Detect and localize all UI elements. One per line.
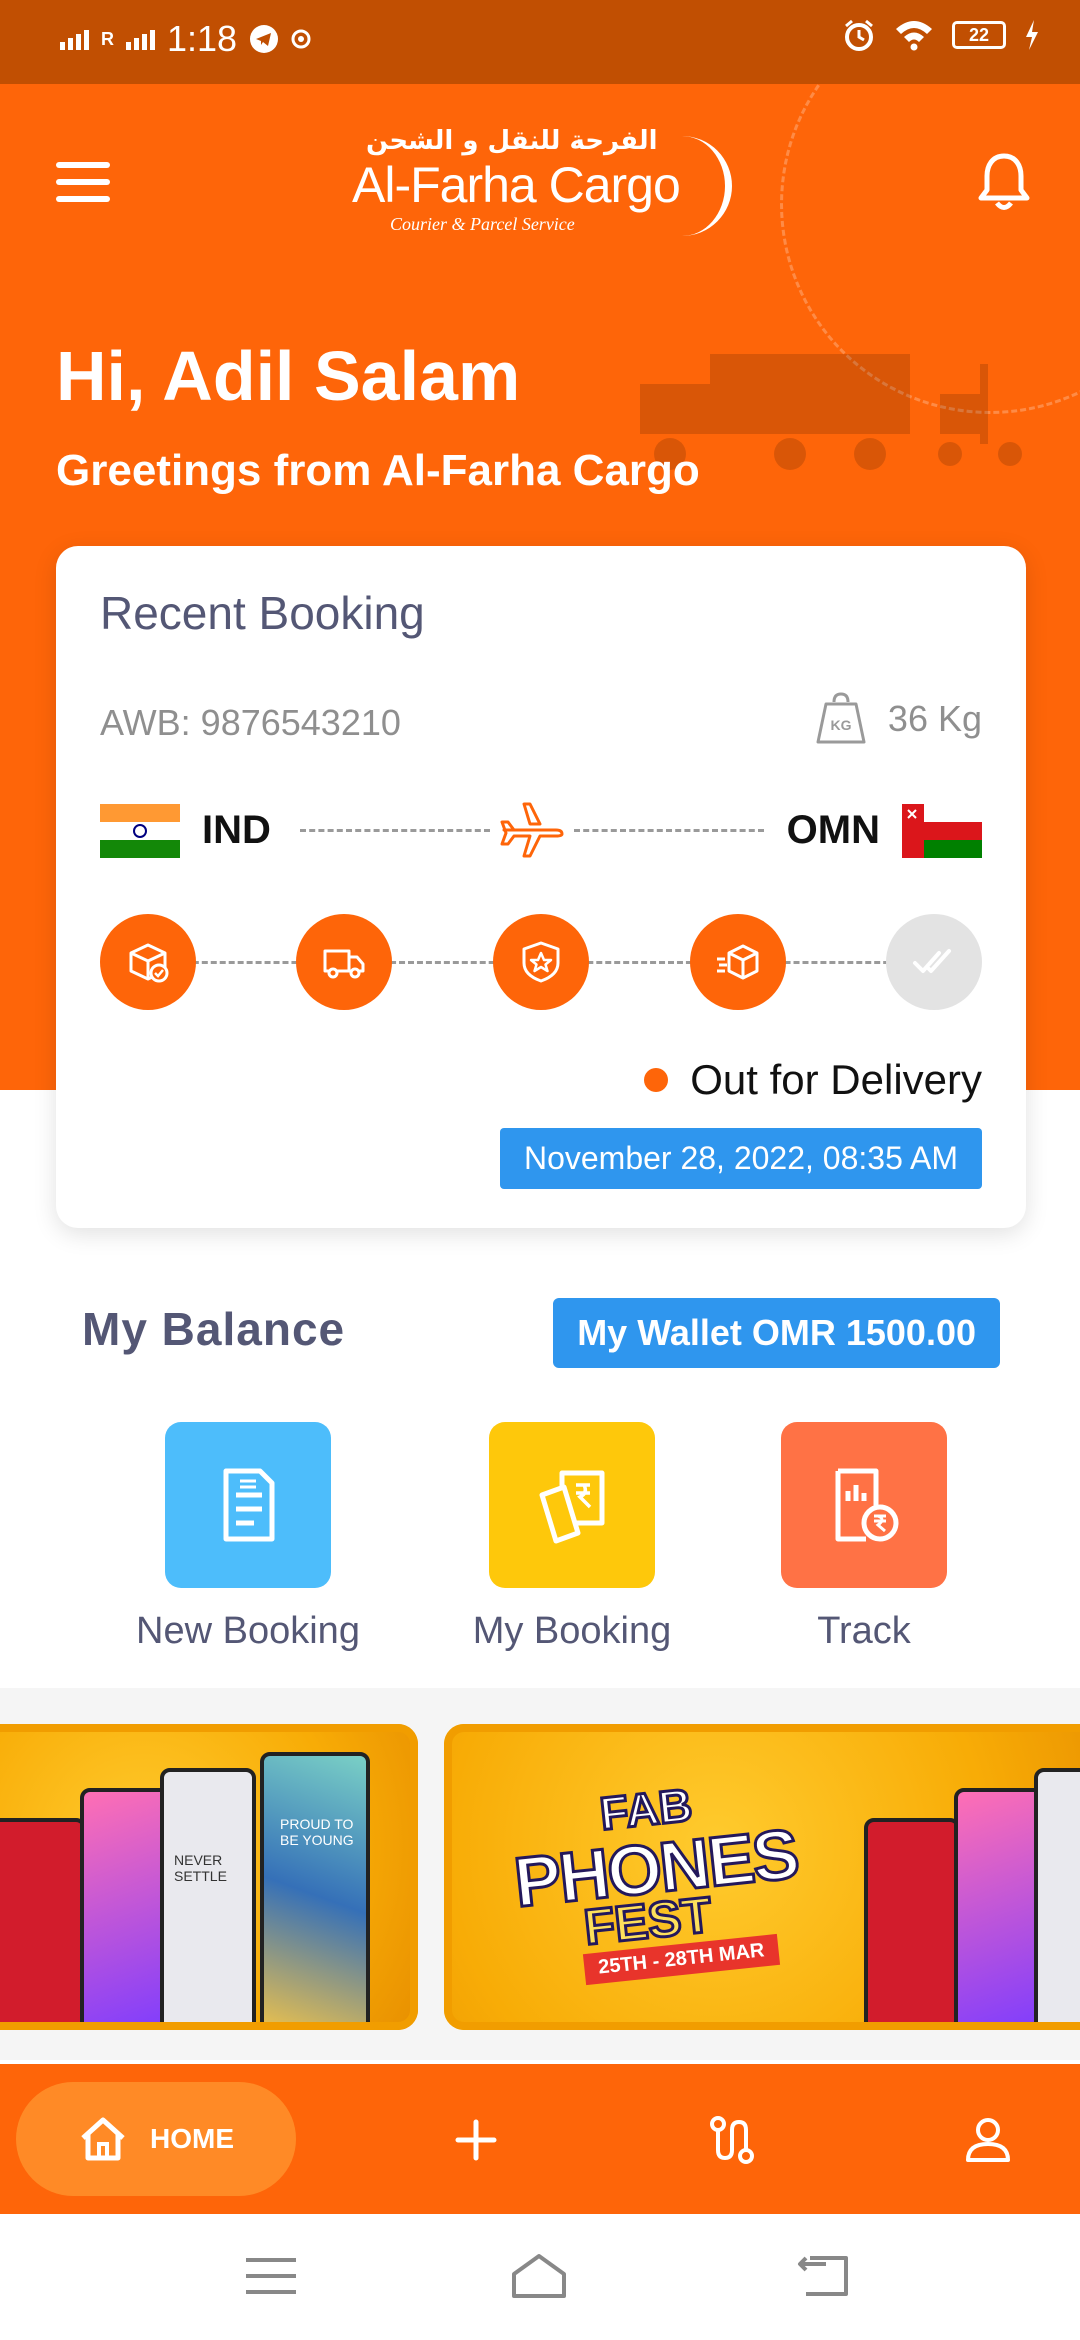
tracking-progress	[100, 914, 982, 1010]
signal-label: R	[101, 28, 114, 49]
balance-title: My Balance	[82, 1303, 346, 1355]
app-notification-icon	[291, 29, 311, 49]
status-dot	[644, 1068, 669, 1092]
promo-banner-1[interactable]: NEVER SETTLE PROUD TO BE YOUNG	[0, 1724, 418, 2030]
bills-icon	[539, 1470, 605, 1544]
step-customs	[493, 914, 589, 1010]
system-home-icon[interactable]	[510, 2250, 568, 2302]
origin-code: IND	[202, 808, 271, 852]
promo-banner-2[interactable]: FAB PHONES FEST 25TH - 28TH MAR	[444, 1724, 1080, 2030]
brand-name: Al-Farha Cargo	[352, 157, 681, 213]
greeting-title: Hi, Adil Salam	[56, 337, 521, 415]
receipt-rupee-icon	[835, 1468, 899, 1542]
clock: 1:18	[167, 18, 238, 59]
nav-home-label: HOME	[150, 2123, 234, 2154]
charging-icon	[1026, 20, 1038, 50]
system-navigation-bar	[0, 2214, 1080, 2340]
telegram-icon	[250, 25, 279, 53]
destination-code: OMN	[786, 808, 880, 852]
battery-indicator: 22	[952, 21, 1006, 49]
status-date-badge: November 28, 2022, 08:35 AM	[499, 1128, 982, 1189]
brand-arabic-name: الفرحة للنقل و الشحن	[366, 126, 658, 156]
double-check-icon	[913, 949, 951, 973]
route-dash-right	[574, 829, 764, 832]
greeting-subtitle: Greetings from Al-Farha Cargo	[56, 446, 700, 495]
notification-bell-icon[interactable]	[974, 150, 1034, 214]
weight-info: KG 36 Kg	[814, 692, 982, 746]
signal-icon-2	[126, 28, 155, 50]
badge-star-icon	[522, 941, 560, 983]
quick-actions: New Booking My Booking Track	[0, 1422, 1080, 1662]
wallet-balance-button[interactable]: My Wallet OMR 1500.00	[553, 1298, 1000, 1368]
step-booked	[100, 914, 196, 1010]
track-tile[interactable]	[781, 1422, 947, 1588]
invoice-icon	[223, 1468, 275, 1542]
weight-kg-icon: KG	[816, 692, 866, 744]
alarm-icon	[845, 19, 873, 51]
brand-logo: الفرحة للنقل و الشحن Al-Farha Cargo Cour…	[352, 126, 732, 236]
profile-icon[interactable]	[962, 2114, 1014, 2166]
new-booking-tile[interactable]	[165, 1422, 331, 1588]
status-text: Out for Delivery	[690, 1056, 982, 1103]
new-booking-label: New Booking	[136, 1610, 360, 1652]
add-icon[interactable]	[450, 2114, 502, 2166]
track-label: Track	[817, 1610, 911, 1652]
signal-icon	[60, 28, 89, 50]
back-icon[interactable]	[796, 2250, 854, 2302]
shipment-status: Out for Delivery	[644, 1056, 982, 1104]
my-booking-label: My Booking	[472, 1610, 672, 1652]
bottom-navigation: HOME	[0, 2064, 1080, 2214]
menu-icon[interactable]	[56, 162, 110, 202]
oman-flag-icon	[902, 804, 982, 858]
track-button[interactable]: Track	[734, 1422, 994, 1653]
awb-number: AWB: 9876543210	[100, 702, 401, 743]
wifi-icon	[896, 21, 932, 51]
recent-booking-card[interactable]: Recent Booking AWB: 9876543210 KG 36 Kg …	[56, 546, 1026, 1228]
package-fast-icon	[717, 944, 759, 980]
weight-value: 36 Kg	[887, 698, 982, 739]
card-title: Recent Booking	[100, 587, 425, 639]
route-dash-left	[300, 829, 490, 832]
home-icon	[81, 2117, 125, 2161]
recent-apps-icon[interactable]	[242, 2250, 300, 2302]
brand-tagline: Courier & Parcel Service	[390, 214, 575, 234]
status-bar: R 1:18 22	[0, 0, 1080, 84]
step-picked-up	[296, 914, 392, 1010]
svg-text:KG: KG	[830, 717, 851, 733]
logo-arc	[662, 136, 732, 236]
step-delivered	[886, 914, 982, 1010]
india-flag-icon	[100, 804, 180, 858]
new-booking-button[interactable]: New Booking	[118, 1422, 378, 1653]
route-icon[interactable]	[706, 2114, 758, 2166]
step-in-transit	[690, 914, 786, 1010]
truck-icon	[323, 949, 365, 979]
my-booking-tile[interactable]	[489, 1422, 655, 1588]
box-check-icon	[129, 943, 169, 983]
nav-home[interactable]: HOME	[16, 2082, 296, 2196]
route-row: IND OMN	[100, 800, 982, 860]
airplane-icon	[500, 802, 564, 858]
my-booking-button[interactable]: My Booking	[442, 1422, 702, 1653]
